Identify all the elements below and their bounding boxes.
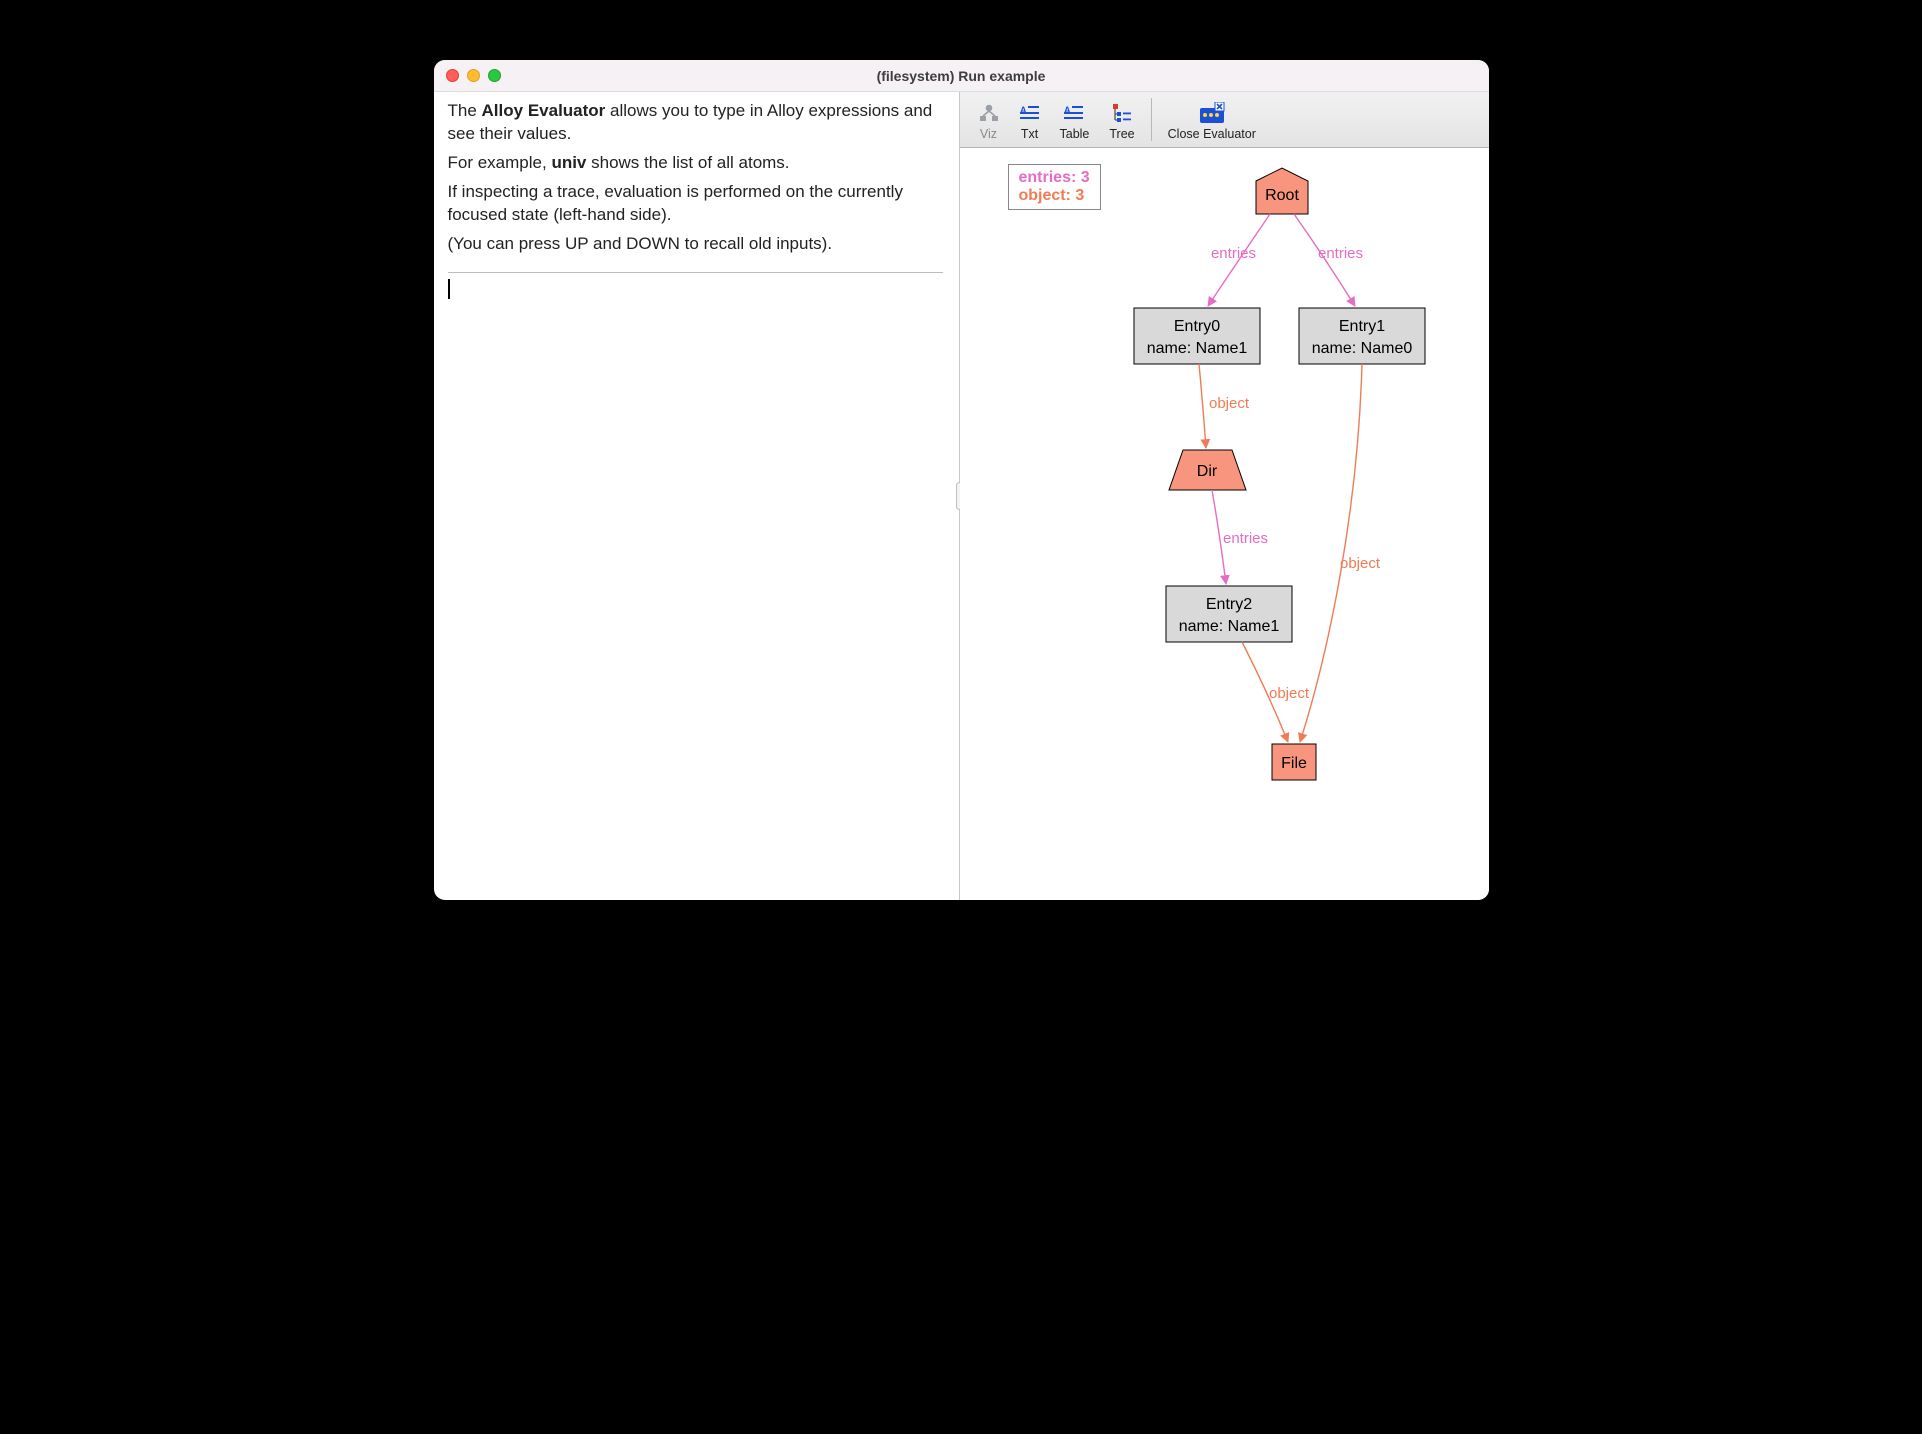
evaluator-intro-3: If inspecting a trace, evaluation is per… — [448, 181, 943, 227]
node-entry1-title: Entry1 — [1338, 318, 1384, 335]
node-entry0-sub: name: Name1 — [1146, 340, 1247, 357]
node-dir[interactable]: Dir — [1169, 450, 1246, 490]
divider — [448, 272, 943, 273]
text-cursor — [448, 279, 450, 299]
viz-toolbar: Viz A Txt — [960, 92, 1489, 148]
evaluator-pane: The Alloy Evaluator allows you to type i… — [434, 92, 960, 900]
edge-entry2-file-label: object — [1269, 685, 1310, 702]
window-controls — [434, 69, 501, 82]
edge-root-entry1-label: entries — [1318, 245, 1363, 262]
node-file-label: File — [1281, 755, 1307, 772]
diagram-svg: Root Entry0 name: Name1 Entry1 name: Nam… — [960, 148, 1489, 900]
node-entry2-sub: name: Name1 — [1178, 618, 1279, 635]
evaluator-intro-2: For example, univ shows the list of all … — [448, 152, 943, 175]
edge-entry1-file — [1300, 364, 1362, 742]
node-entry1-sub: name: Name0 — [1311, 340, 1412, 357]
edge-dir-entry2-label: entries — [1223, 530, 1268, 547]
edge-entry1-file-label: object — [1340, 555, 1381, 572]
viz-pane: Viz A Txt — [960, 92, 1489, 900]
toolbar-separator — [1151, 98, 1152, 141]
node-root-label: Root — [1265, 187, 1299, 204]
close-evaluator-icon — [1199, 102, 1225, 124]
node-dir-label: Dir — [1196, 463, 1217, 480]
diagram-canvas[interactable]: entries: 3 object: 3 — [960, 148, 1489, 900]
label: Table — [1060, 127, 1090, 141]
label: Txt — [1021, 127, 1038, 141]
zoom-window-button[interactable] — [488, 69, 501, 82]
edge-entry0-dir-label: object — [1209, 395, 1250, 412]
txt-button[interactable]: A Txt — [1010, 92, 1050, 147]
edge-entry0-dir — [1199, 364, 1206, 448]
evaluator-intro-1: The Alloy Evaluator allows you to type i… — [448, 100, 943, 146]
window-title: (filesystem) Run example — [434, 68, 1489, 84]
node-entry0-title: Entry0 — [1173, 318, 1219, 335]
table-icon: A — [1064, 102, 1084, 124]
evaluator-input[interactable] — [448, 279, 943, 888]
tree-icon — [1112, 102, 1132, 124]
label: Close Evaluator — [1168, 127, 1256, 141]
node-entry2-title: Entry2 — [1205, 596, 1251, 613]
text: The — [448, 101, 482, 120]
minimize-window-button[interactable] — [467, 69, 480, 82]
text: shows the list of all atoms. — [586, 153, 789, 172]
label: Viz — [980, 127, 997, 141]
txt-icon: A — [1020, 102, 1040, 124]
label: Tree — [1109, 127, 1134, 141]
evaluator-intro-4: (You can press UP and DOWN to recall old… — [448, 233, 943, 256]
node-entry1[interactable]: Entry1 name: Name0 — [1299, 308, 1425, 364]
viz-button[interactable]: Viz — [968, 92, 1010, 147]
main-split: The Alloy Evaluator allows you to type i… — [434, 92, 1489, 900]
node-entry2[interactable]: Entry2 name: Name1 — [1166, 586, 1292, 642]
titlebar: (filesystem) Run example — [434, 60, 1489, 92]
close-window-button[interactable] — [446, 69, 459, 82]
text-bold: univ — [551, 153, 586, 172]
node-entry0[interactable]: Entry0 name: Name1 — [1134, 308, 1260, 364]
app-window: (filesystem) Run example The Alloy Evalu… — [434, 60, 1489, 900]
node-root[interactable]: Root — [1256, 168, 1308, 214]
edge-root-entry0-label: entries — [1210, 245, 1255, 262]
viz-icon — [978, 102, 1000, 124]
text: For example, — [448, 153, 552, 172]
close-evaluator-button[interactable]: Close Evaluator — [1158, 92, 1266, 147]
tree-button[interactable]: Tree — [1099, 92, 1144, 147]
text-bold: Alloy Evaluator — [482, 101, 606, 120]
table-button[interactable]: A Table — [1050, 92, 1100, 147]
node-file[interactable]: File — [1272, 744, 1316, 780]
